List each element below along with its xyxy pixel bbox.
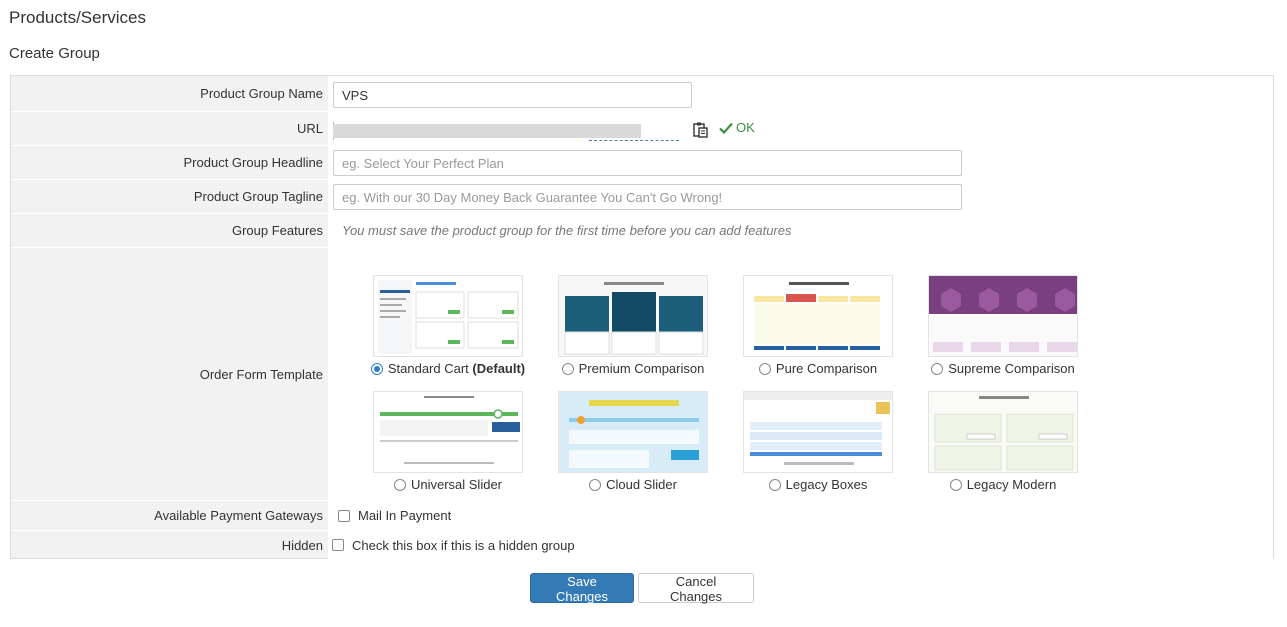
create-group-form: Product Group Name URL OK <box>10 75 1274 559</box>
template-radio-legacy-modern[interactable] <box>949 478 962 491</box>
template-cloud-slider[interactable]: Cloud Slider <box>558 391 708 492</box>
tagline-input[interactable] <box>333 184 962 210</box>
template-radio-premium-comparison[interactable] <box>561 362 574 375</box>
hidden-option[interactable]: Check this box if this is a hidden group <box>332 531 575 559</box>
row-tagline: Product Group Tagline <box>11 180 1273 214</box>
group-features-label: Group Features <box>231 223 323 238</box>
template-label: Supreme Comparison <box>948 361 1075 376</box>
template-thumbnail[interactable] <box>743 391 893 473</box>
row-headline: Product Group Headline <box>11 146 1273 180</box>
template-radio-pure-comparison[interactable] <box>758 362 771 375</box>
mail-in-payment-label: Mail In Payment <box>358 508 452 523</box>
url-status-text: OK <box>736 120 755 135</box>
template-radio-legacy-boxes[interactable] <box>768 478 781 491</box>
row-order-form-template: Order Form Template Standard Cart (Defau… <box>11 248 1273 501</box>
clipboard-icon[interactable] <box>691 121 709 139</box>
headline-label: Product Group Headline <box>183 155 323 170</box>
payment-gateways-label: Available Payment Gateways <box>154 508 323 523</box>
row-url: URL OK <box>11 112 1273 146</box>
template-thumbnail[interactable] <box>928 391 1078 473</box>
mail-in-payment-checkbox[interactable] <box>338 509 350 522</box>
mail-in-payment-option[interactable]: Mail In Payment <box>338 501 451 530</box>
order-form-template-label: Order Form Template <box>199 366 323 382</box>
template-radio-universal-slider[interactable] <box>393 478 406 491</box>
page-title: Products/Services <box>9 8 146 27</box>
template-thumbnail[interactable] <box>558 275 708 357</box>
headline-input[interactable] <box>333 150 962 176</box>
template-label: Universal Slider <box>410 477 503 492</box>
template-thumbnail[interactable] <box>373 275 523 357</box>
template-supreme-comparison[interactable]: Supreme Comparison <box>928 275 1078 376</box>
template-radio-supreme-comparison[interactable] <box>931 362 944 375</box>
template-thumbnail[interactable] <box>373 391 523 473</box>
section-title: Create Group <box>9 45 100 62</box>
row-payment-gateways: Available Payment Gateways Mail In Payme… <box>11 501 1273 531</box>
url-edit-link[interactable] <box>589 140 679 141</box>
tagline-label: Product Group Tagline <box>193 189 323 204</box>
template-radio-standard-cart[interactable] <box>370 362 383 375</box>
template-legacy-boxes[interactable]: Legacy Boxes <box>743 391 893 492</box>
url-label: URL <box>296 121 323 136</box>
hidden-checkbox[interactable] <box>332 539 344 551</box>
hidden-label: Hidden <box>281 537 323 553</box>
template-thumbnail[interactable] <box>558 391 708 473</box>
row-group-name: Product Group Name <box>11 76 1273 112</box>
cancel-changes-button[interactable]: Cancel Changes <box>638 573 754 604</box>
template-universal-slider[interactable]: Universal Slider <box>373 391 523 492</box>
template-pure-comparison[interactable]: Pure Comparison <box>743 275 893 376</box>
url-value-redacted[interactable] <box>333 124 641 138</box>
url-status: OK <box>719 120 755 135</box>
save-changes-button[interactable]: Save Changes <box>530 573 634 604</box>
group-name-input[interactable] <box>333 82 692 108</box>
hidden-option-label: Check this box if this is a hidden group <box>352 537 575 553</box>
template-legacy-modern[interactable]: Legacy Modern <box>928 391 1078 492</box>
template-label: Standard Cart (Default) <box>387 361 526 376</box>
template-label: Premium Comparison <box>578 361 705 376</box>
template-premium-comparison[interactable]: Premium Comparison <box>558 275 708 376</box>
template-label: Cloud Slider <box>606 477 677 492</box>
template-radio-cloud-slider[interactable] <box>589 478 602 491</box>
template-label: Legacy Boxes <box>785 477 868 492</box>
check-icon <box>719 122 733 134</box>
template-thumbnail[interactable] <box>743 275 893 357</box>
row-hidden: Hidden Check this box if this is a hidde… <box>11 531 1273 559</box>
row-group-features: Group Features You must save the product… <box>11 214 1273 248</box>
group-features-note: You must save the product group for the … <box>342 223 792 238</box>
group-name-label: Product Group Name <box>200 86 323 101</box>
template-standard-cart[interactable]: Standard Cart (Default) <box>370 275 525 376</box>
template-label: Pure Comparison <box>775 361 878 376</box>
template-thumbnail[interactable] <box>928 275 1078 357</box>
template-label: Legacy Modern <box>966 477 1057 492</box>
